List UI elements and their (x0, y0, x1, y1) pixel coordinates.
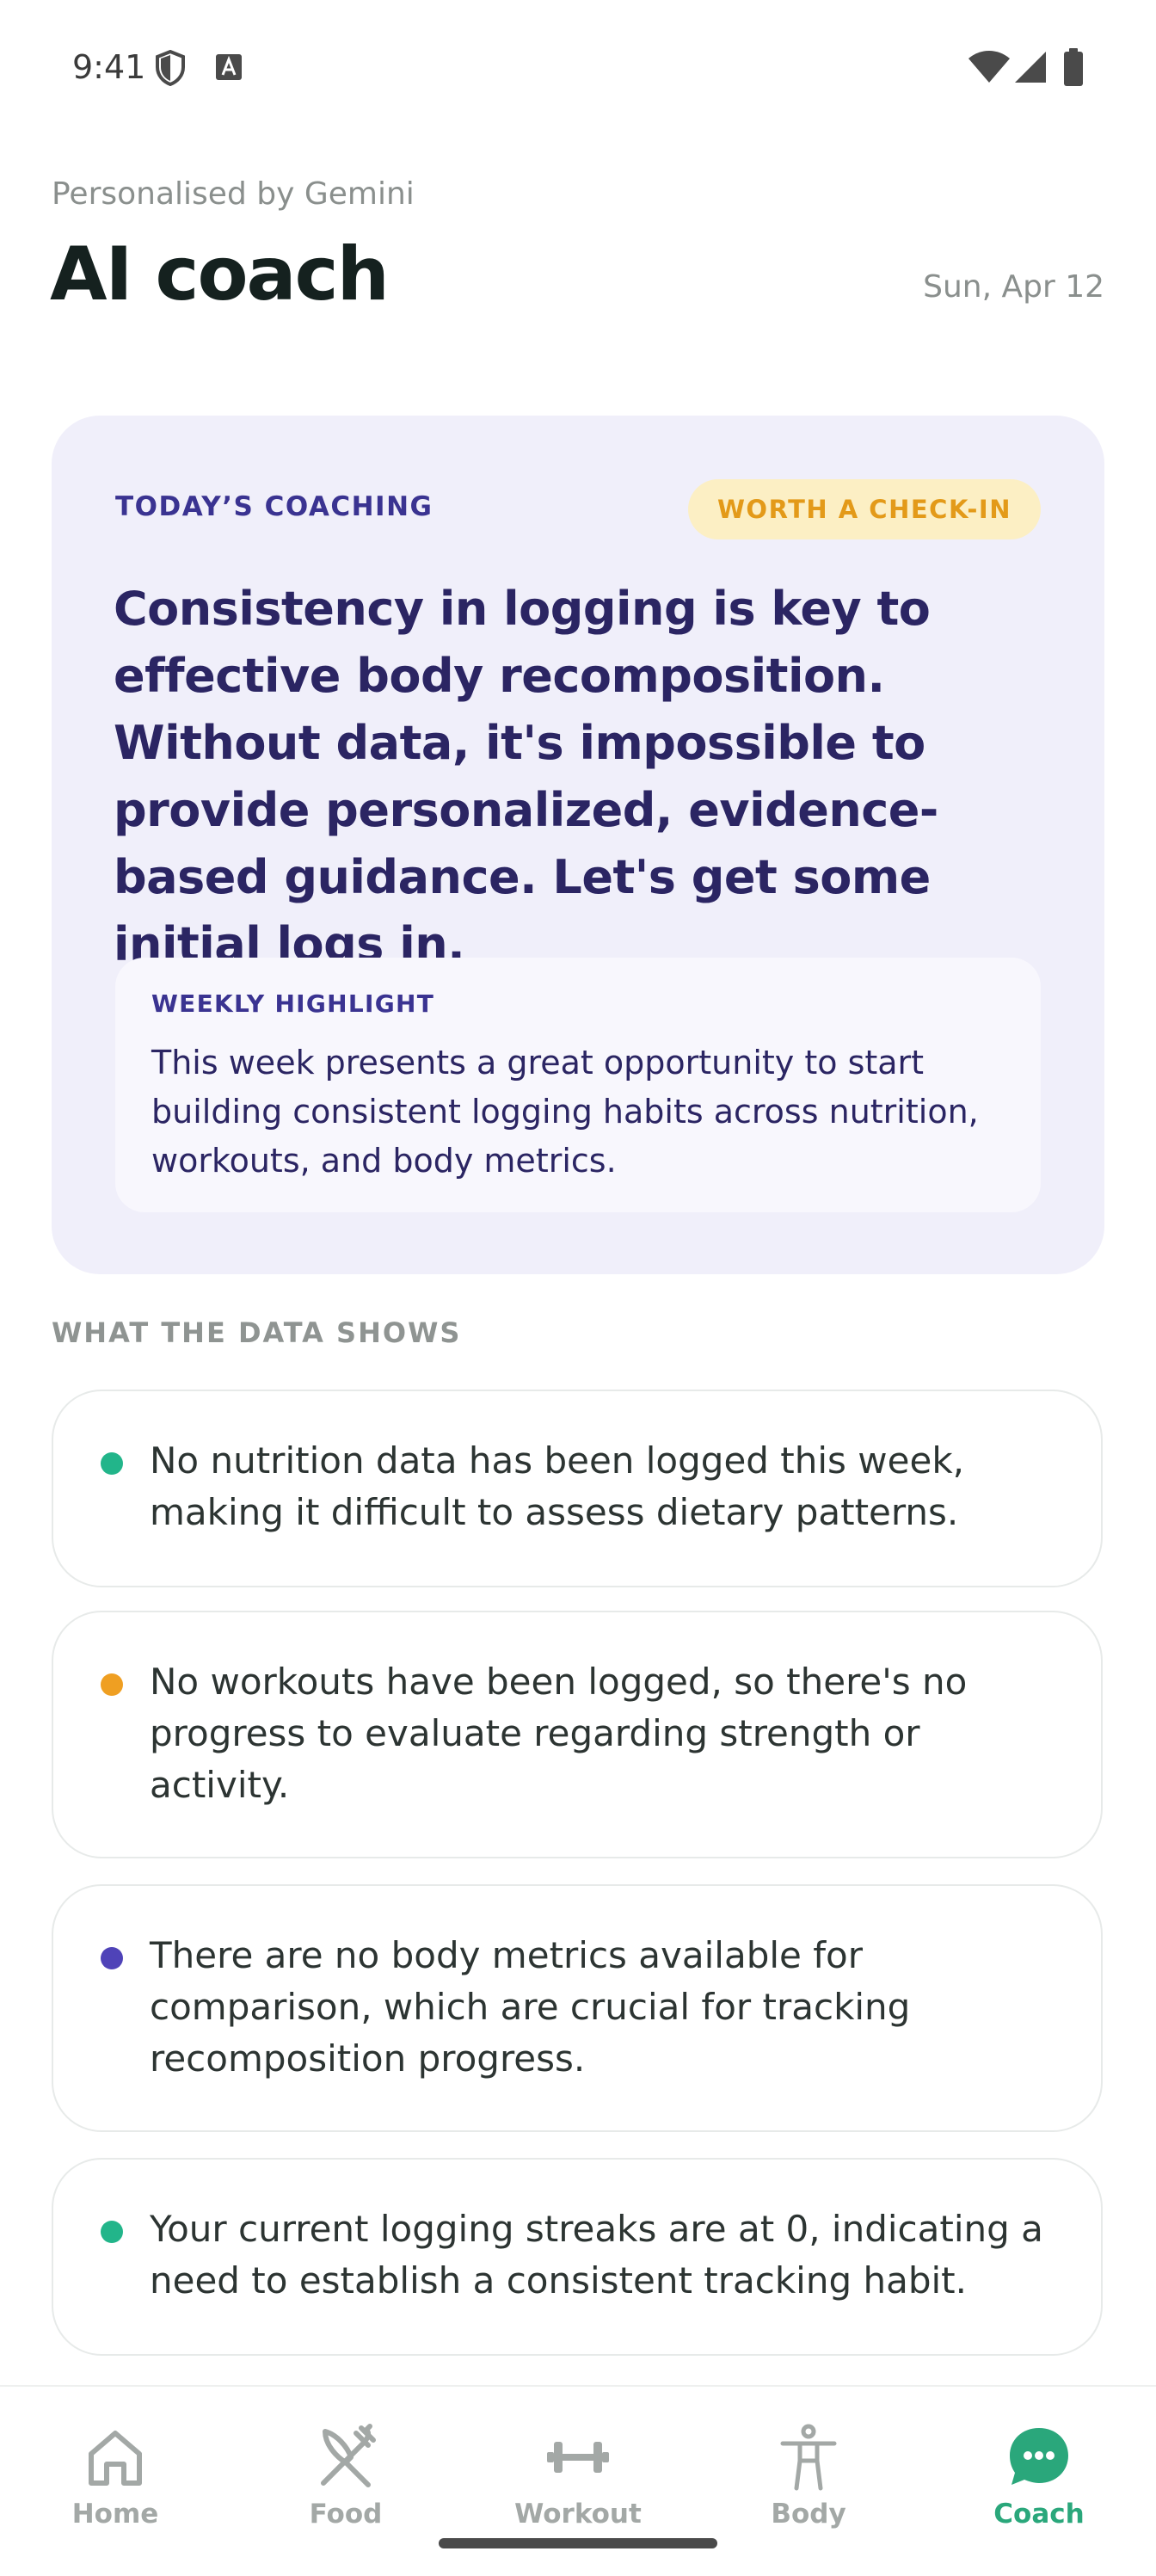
nav-label: Home (71, 2499, 159, 2530)
signal-icon (1015, 52, 1046, 83)
font-a-icon (216, 54, 242, 80)
nav-label: Coach (993, 2499, 1085, 2530)
nav-item-body[interactable]: Body (722, 2406, 895, 2535)
weekly-highlight-box: WEEKLY HIGHLIGHT This week presents a gr… (115, 958, 1041, 1212)
home-icon (89, 2431, 142, 2486)
battery-icon (1064, 48, 1083, 86)
insight-text: No nutrition data has been logged this w… (150, 1439, 964, 1533)
nav-item-workout[interactable]: Workout (492, 2406, 664, 2535)
chat-bubble-icon (1010, 2428, 1068, 2485)
dumbbell-icon (547, 2442, 609, 2473)
nav-item-food[interactable]: Food (260, 2406, 432, 2535)
weekly-highlight-eyebrow: WEEKLY HIGHLIGHT (151, 989, 435, 1018)
person-icon (780, 2424, 837, 2491)
coaching-eyebrow: TODAY’S COACHING (115, 491, 434, 522)
status-time: 9:41 (72, 48, 146, 86)
insight-card: Your current logging streaks are at 0, i… (52, 2158, 1103, 2356)
nav-item-coach[interactable]: Coach (953, 2406, 1125, 2535)
coaching-card: TODAY’S COACHING WORTH A CHECK-IN Consis… (52, 416, 1104, 1274)
insight-card: No workouts have been logged, so there's… (52, 1611, 1103, 1858)
page-title: AI coach (50, 231, 390, 317)
nav-label: Food (309, 2499, 383, 2530)
weekly-highlight-text: This week presents a great opportunity t… (151, 1044, 979, 1180)
insight-text: There are no body metrics available for … (150, 1934, 911, 2080)
nav-item-home[interactable]: Home (29, 2406, 201, 2535)
status-dot (101, 1947, 123, 1969)
status-dot (101, 2221, 123, 2243)
coaching-headline: Consistency in logging is key to effecti… (114, 582, 938, 971)
header-subtitle: Personalised by Gemini (52, 176, 415, 212)
status-bar: 9:41 (0, 0, 1156, 138)
nav-label: Body (771, 2499, 846, 2530)
status-dot (101, 1452, 123, 1475)
nav-label: Workout (514, 2499, 642, 2530)
insight-text: No workouts have been logged, so there's… (150, 1661, 968, 1806)
status-dot (101, 1673, 123, 1696)
insight-text: Your current logging streaks are at 0, i… (150, 2208, 1043, 2302)
home-indicator[interactable] (439, 2538, 717, 2548)
section-label-data: WHAT THE DATA SHOWS (52, 1316, 462, 1349)
header-date: Sun, Apr 12 (923, 269, 1104, 305)
insight-card: There are no body metrics available for … (52, 1884, 1103, 2132)
wifi-icon (968, 51, 1010, 83)
fork-knife-icon (321, 2424, 376, 2487)
status-badge: WORTH A CHECK-IN (687, 479, 1041, 539)
insight-card: No nutrition data has been logged this w… (52, 1390, 1103, 1587)
shield-icon (156, 50, 185, 86)
